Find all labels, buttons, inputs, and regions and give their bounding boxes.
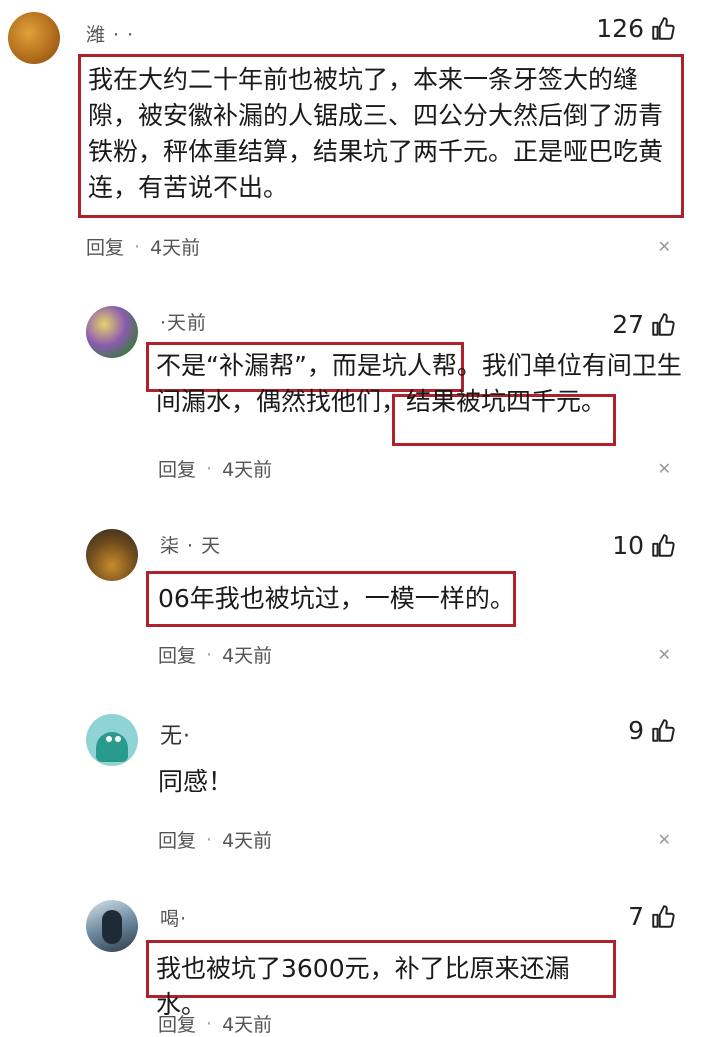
like-button[interactable]: 27 <box>612 310 676 339</box>
username[interactable]: 无· <box>160 718 191 750</box>
thumbs-up-icon <box>652 533 675 557</box>
avatar[interactable] <box>8 12 60 64</box>
separator: · <box>206 828 213 851</box>
avatar[interactable] <box>86 529 138 581</box>
reply-button[interactable]: 回复 <box>158 455 196 482</box>
username[interactable]: 喝· <box>160 904 187 931</box>
timestamp: 4天前 <box>222 645 273 667</box>
avatar-eye <box>106 736 112 742</box>
like-button[interactable]: 7 <box>628 902 676 931</box>
separator: · <box>134 235 141 258</box>
avatar-figure <box>102 910 122 944</box>
like-count: 9 <box>628 716 644 745</box>
like-count: 10 <box>612 531 644 560</box>
timestamp: 4天前 <box>150 237 201 259</box>
close-icon[interactable]: ✕ <box>658 459 671 478</box>
timestamp: 4天前 <box>222 830 273 852</box>
comment-item: 喝· 7 我也被坑了3600元，补了比原来还漏水。 回复 · 4天前 <box>0 886 726 1036</box>
reply-button[interactable]: 回复 <box>86 233 124 260</box>
reply-button[interactable]: 回复 <box>158 641 196 668</box>
comment-text: 同感！ <box>158 767 234 796</box>
reply-button[interactable]: 回复 <box>158 826 196 853</box>
separator: · <box>206 643 213 666</box>
comment-item: ·天前 27 不是“补漏帮”，而是坑人帮。我们单位有间卫生间漏水，偶然找他们，结… <box>0 290 726 500</box>
comment-meta: 回复 · 4天前 <box>158 826 272 853</box>
thumbs-up-icon <box>652 16 675 40</box>
thumbs-up-icon <box>652 718 675 742</box>
comment-meta: 回复 · 4天前 <box>86 233 200 260</box>
separator: · <box>206 457 213 480</box>
avatar[interactable] <box>86 306 138 358</box>
like-count: 7 <box>628 902 644 931</box>
comment-text-part: 不是“补漏帮”，而是坑人帮。 <box>156 351 482 380</box>
comment-meta: 回复 · 4天前 <box>158 455 272 482</box>
comment-text: 不是“补漏帮”，而是坑人帮。我们单位有间卫生间漏水，偶然找他们，结果被坑四千元。 <box>156 348 696 420</box>
username[interactable]: 柒 · 天 <box>160 531 221 558</box>
comment-meta: 回复 · 4天前 <box>158 641 272 668</box>
like-button[interactable]: 126 <box>596 14 676 43</box>
comment-item: 潍 · · 126 我在大约二十年前也被坑了，本来一条牙签大的缝隙，被安徽补漏的… <box>0 0 726 270</box>
username[interactable]: 潍 · · <box>86 20 134 47</box>
thumbs-up-icon <box>652 904 675 928</box>
username[interactable]: ·天前 <box>160 308 207 335</box>
comment-text-part: 结果被坑四千元。 <box>406 387 607 416</box>
like-button[interactable]: 10 <box>612 531 676 560</box>
comment-text: 我在大约二十年前也被坑了，本来一条牙签大的缝隙，被安徽补漏的人锯成三、四公分大然… <box>88 65 664 202</box>
close-icon[interactable]: ✕ <box>658 830 671 849</box>
avatar[interactable] <box>86 714 138 766</box>
avatar[interactable] <box>86 900 138 952</box>
comment-text: 06年我也被坑过，一模一样的。 <box>158 584 515 613</box>
timestamp: 4天前 <box>222 459 273 481</box>
close-icon[interactable]: ✕ <box>658 237 671 256</box>
like-count: 126 <box>596 14 644 43</box>
avatar-figure <box>96 732 128 762</box>
like-count: 27 <box>612 310 644 339</box>
close-icon[interactable]: ✕ <box>658 645 671 664</box>
like-button[interactable]: 9 <box>628 716 676 745</box>
thumbs-up-icon <box>652 312 675 336</box>
comment-item: 柒 · 天 10 06年我也被坑过，一模一样的。 回复 · 4天前 ✕ <box>0 515 726 695</box>
avatar-eye <box>115 736 121 742</box>
comment-item: 无· 9 同感！ 回复 · 4天前 ✕ <box>0 700 726 880</box>
